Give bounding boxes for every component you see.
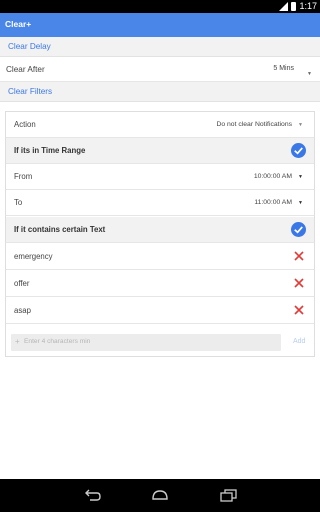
time-range-header[interactable]: If its in Time Range — [6, 138, 314, 164]
keyword-input-placeholder: Enter 4 characters min — [24, 338, 91, 345]
chevron-down-icon[interactable]: ▼ — [298, 174, 303, 180]
clear-delay-header: Clear Delay — [0, 37, 320, 57]
chevron-down-icon[interactable]: ▼ — [307, 71, 312, 77]
close-icon[interactable] — [294, 251, 304, 261]
text-filter-header[interactable]: If it contains certain Text — [6, 217, 314, 243]
clear-after-row[interactable]: Clear After 5 Mins ▼ — [0, 57, 320, 82]
action-row[interactable]: Action Do not clear Notifications ▼ — [6, 112, 314, 138]
from-label: From — [14, 172, 33, 181]
from-value[interactable]: 10:00:00 AM — [254, 173, 292, 180]
text-filter-title: If it contains certain Text — [14, 225, 106, 234]
keyword-input[interactable]: + Enter 4 characters min — [11, 334, 281, 351]
close-icon[interactable] — [294, 278, 304, 288]
recent-apps-icon[interactable] — [218, 488, 238, 502]
add-button[interactable]: Add — [293, 338, 305, 345]
battery-icon — [291, 1, 297, 11]
clear-after-value[interactable]: 5 Mins — [273, 65, 294, 72]
action-value[interactable]: Do not clear Notifications — [216, 121, 292, 128]
from-row[interactable]: From 10:00:00 AM ▼ — [6, 164, 314, 190]
app-bar: Clear+ — [0, 13, 320, 37]
home-icon[interactable] — [150, 488, 170, 502]
to-value[interactable]: 11:00:00 AM — [254, 199, 292, 206]
check-circle-icon[interactable] — [291, 143, 306, 158]
signal-icon — [279, 1, 289, 11]
app-title: Clear+ — [5, 19, 32, 29]
chevron-down-icon[interactable]: ▼ — [298, 200, 303, 206]
time-range-title: If its in Time Range — [14, 146, 86, 155]
filters-card: Action Do not clear Notifications ▼ If i… — [5, 111, 315, 357]
back-icon[interactable] — [82, 488, 102, 502]
to-row[interactable]: To 11:00:00 AM ▼ — [6, 190, 314, 216]
clear-filters-title: Clear Filters — [8, 87, 53, 96]
close-icon[interactable] — [294, 305, 304, 315]
to-label: To — [14, 198, 23, 207]
clear-filters-header: Clear Filters — [0, 82, 320, 102]
status-bar: 1:17 — [0, 0, 320, 13]
list-item: offer — [6, 271, 314, 297]
plus-icon: + — [15, 337, 20, 346]
check-circle-icon[interactable] — [291, 222, 306, 237]
clear-after-label: Clear After — [6, 65, 45, 74]
action-label: Action — [14, 120, 36, 129]
keyword-text: offer — [14, 279, 30, 288]
list-item: emergency — [6, 244, 314, 270]
navigation-bar — [0, 479, 320, 512]
clock: 1:17 — [299, 1, 317, 11]
chevron-down-icon[interactable]: ▼ — [298, 122, 303, 128]
keyword-text: emergency — [14, 252, 53, 261]
list-item: asap — [6, 298, 314, 324]
keyword-text: asap — [14, 306, 31, 315]
clear-delay-title: Clear Delay — [8, 42, 51, 51]
